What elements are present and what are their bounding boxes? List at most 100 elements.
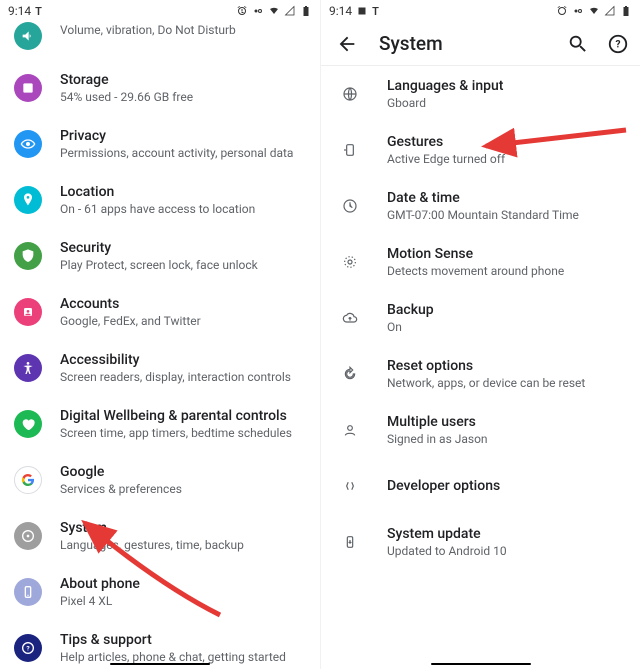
nfc-icon [572, 5, 584, 17]
alarm-icon [236, 5, 248, 17]
tips-icon: ? [14, 634, 42, 662]
sound-icon [14, 22, 42, 50]
search-button[interactable] [566, 32, 590, 56]
item-title: Storage [60, 71, 306, 89]
svg-text:?: ? [26, 645, 30, 653]
nav-indicator [110, 663, 210, 665]
security-icon [14, 242, 42, 270]
status-time: 9:14 [329, 4, 352, 18]
item-title: Location [60, 183, 306, 201]
status-bar: 9:14 T [321, 0, 640, 22]
developer-icon [339, 475, 361, 497]
item-subtitle: Permissions, account activity, personal … [60, 146, 306, 162]
settings-item-storage[interactable]: Storage 54% used - 29.66 GB free [0, 60, 320, 116]
system-item-multiusers[interactable]: Multiple users Signed in as Jason [321, 402, 640, 458]
item-subtitle: Network, apps, or device can be reset [387, 376, 626, 392]
item-title: System [60, 519, 306, 537]
google-icon [14, 466, 42, 494]
settings-item-system[interactable]: System Languages, gestures, time, backup [0, 508, 320, 564]
system-item-update[interactable]: System update Updated to Android 10 [321, 514, 640, 570]
svg-text:?: ? [615, 39, 620, 50]
system-icon [14, 522, 42, 550]
settings-main-pane: 9:14 T Volume, vibration, Do Not Disturb… [0, 0, 320, 669]
wifi-icon [588, 5, 600, 17]
system-item-motionsense[interactable]: Motion Sense Detects movement around pho… [321, 234, 640, 290]
item-subtitle: Screen time, app timers, bedtime schedul… [60, 426, 306, 442]
battery-icon [620, 5, 632, 17]
system-item-backup[interactable]: Backup On [321, 290, 640, 346]
settings-item-google[interactable]: Google Services & preferences [0, 452, 320, 508]
location-icon [14, 186, 42, 214]
item-subtitle: Languages, gestures, time, backup [60, 538, 306, 554]
system-item-developer[interactable]: Developer options [321, 458, 640, 514]
system-item-reset[interactable]: Reset options Network, apps, or device c… [321, 346, 640, 402]
settings-item-about[interactable]: About phone Pixel 4 XL [0, 564, 320, 620]
item-title: Developer options [387, 477, 626, 495]
item-title: About phone [60, 575, 306, 593]
user-icon [339, 419, 361, 441]
item-subtitle: Signed in as Jason [387, 432, 626, 448]
item-subtitle: On - 61 apps have access to location [60, 202, 306, 218]
alarm-icon [556, 5, 568, 17]
reset-icon [339, 363, 361, 385]
item-subtitle: 54% used - 29.66 GB free [60, 90, 306, 106]
nav-indicator [431, 663, 531, 665]
status-icon-app: T [35, 5, 42, 18]
help-button[interactable]: ? [606, 32, 630, 56]
item-title: Motion Sense [387, 245, 626, 263]
item-subtitle: Google, FedEx, and Twitter [60, 314, 306, 330]
status-bar: 9:14 T [0, 0, 320, 22]
item-title: Languages & input [387, 77, 626, 95]
item-title: Date & time [387, 189, 626, 207]
item-title: Multiple users [387, 413, 626, 431]
item-title: Tips & support [60, 631, 306, 649]
clock-icon [339, 195, 361, 217]
update-icon [339, 531, 361, 553]
accounts-icon [14, 298, 42, 326]
item-title: Privacy [60, 127, 306, 145]
battery-icon [300, 5, 312, 17]
wifi-icon [268, 5, 280, 17]
settings-item-wellbeing[interactable]: Digital Wellbeing & parental controls Sc… [0, 396, 320, 452]
item-title: Gestures [387, 133, 626, 151]
nfc-icon [252, 5, 264, 17]
privacy-icon [14, 130, 42, 158]
item-subtitle: On [387, 320, 626, 336]
item-subtitle: Updated to Android 10 [387, 544, 626, 560]
signal-icon [604, 5, 616, 17]
item-title: Accounts [60, 295, 306, 313]
item-subtitle: Volume, vibration, Do Not Disturb [60, 23, 306, 39]
item-subtitle: Services & preferences [60, 482, 306, 498]
wellbeing-icon [14, 410, 42, 438]
about-icon [14, 578, 42, 606]
item-title: Security [60, 239, 306, 257]
item-title: Digital Wellbeing & parental controls [60, 407, 306, 425]
settings-item-accessibility[interactable]: Accessibility Screen readers, display, i… [0, 340, 320, 396]
item-subtitle: Detects movement around phone [387, 264, 626, 280]
system-item-datetime[interactable]: Date & time GMT-07:00 Mountain Standard … [321, 178, 640, 234]
signal-icon [284, 5, 296, 17]
settings-item-security[interactable]: Security Play Protect, screen lock, face… [0, 228, 320, 284]
item-title: Backup [387, 301, 626, 319]
item-subtitle: Screen readers, display, interaction con… [60, 370, 306, 386]
settings-system-pane: 9:14 T System ? Lang [320, 0, 640, 669]
system-item-gestures[interactable]: Gestures Active Edge turned off [321, 122, 640, 178]
system-list[interactable]: Languages & input Gboard Gestures Active… [321, 66, 640, 669]
item-subtitle: GMT-07:00 Mountain Standard Time [387, 208, 626, 224]
storage-icon [14, 74, 42, 102]
motionsense-icon [339, 251, 361, 273]
settings-item-accounts[interactable]: Accounts Google, FedEx, and Twitter [0, 284, 320, 340]
item-subtitle: Gboard [387, 96, 626, 112]
item-subtitle: Active Edge turned off [387, 152, 626, 168]
settings-list[interactable]: Volume, vibration, Do Not Disturb Storag… [0, 22, 320, 669]
settings-item-location[interactable]: Location On - 61 apps have access to loc… [0, 172, 320, 228]
status-icon-app2: T [372, 5, 379, 18]
gestures-icon [339, 139, 361, 161]
status-icon-app [356, 5, 368, 17]
system-item-languages[interactable]: Languages & input Gboard [321, 66, 640, 122]
settings-item-sound[interactable]: Volume, vibration, Do Not Disturb [0, 22, 320, 60]
settings-item-privacy[interactable]: Privacy Permissions, account activity, p… [0, 116, 320, 172]
back-button[interactable] [335, 32, 359, 56]
status-time: 9:14 [8, 4, 31, 18]
settings-item-tips[interactable]: ? Tips & support Help articles, phone & … [0, 620, 320, 669]
